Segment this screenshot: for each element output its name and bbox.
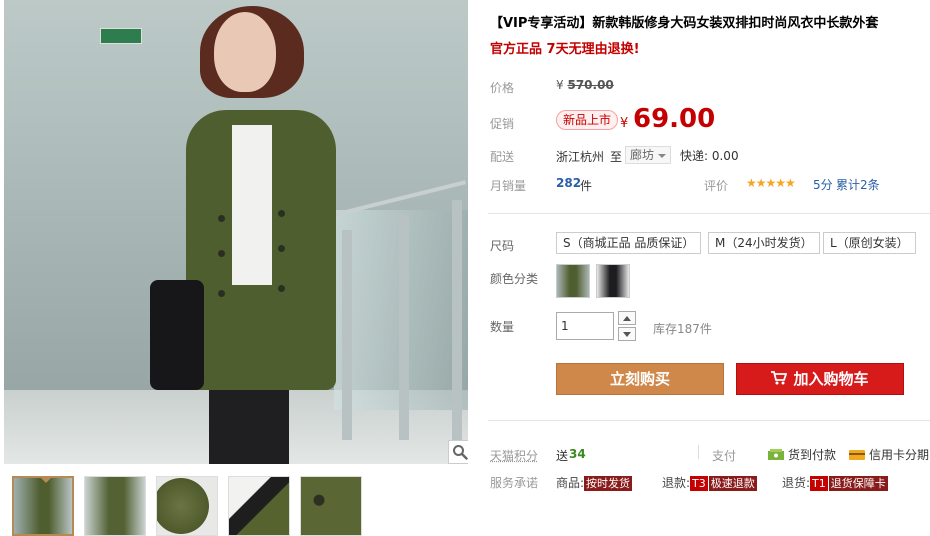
tmall-points-label[interactable]: 天猫积分 [490,447,538,464]
coat-button [278,245,285,252]
model-shirt [232,125,272,285]
zoom-icon[interactable] [448,440,468,464]
thumbnail-2[interactable] [84,476,146,536]
shipping-label: 配送 [490,150,515,164]
model-face [214,12,276,92]
divider [488,420,930,421]
stock-count: 库存187件 [653,322,712,336]
size-option-s[interactable]: S（商城正品 品质保证） [556,232,702,254]
service-return[interactable]: 退货: T1 退货保障卡 [782,474,888,491]
coat-button [218,290,225,297]
add-to-cart-label: 加入购物车 [793,370,869,388]
thumbnail-3[interactable] [156,476,218,536]
points-value: 34 [569,447,586,461]
arrow-up-icon [623,315,631,321]
rating-score[interactable]: 5分 [813,176,833,193]
main-product-image[interactable] [4,0,468,464]
cod-icon [768,448,784,461]
active-thumb-arrow [40,478,52,483]
vertical-divider [698,445,699,459]
service-return-prefix: 退货: [782,476,811,490]
size-option-l[interactable]: L（原创女装） [823,232,916,254]
service-refund-prefix: 退款: [662,476,691,490]
coat-button [278,285,285,292]
quantity-increase-button[interactable] [618,311,636,325]
color-swatch-black[interactable] [596,264,630,298]
price-label: 价格 [490,81,515,95]
arrow-down-icon [623,331,631,337]
payment-cod-label: 货到付款 [788,448,837,462]
original-price: ¥ 570.00 [556,78,614,92]
quantity-label: 数量 [490,320,515,334]
original-price-value: 570.00 [567,78,614,92]
service-label: 服务承诺 [490,476,539,490]
payment-cod[interactable]: 货到付款 [768,446,836,463]
cart-icon [771,365,788,395]
add-to-cart-button[interactable]: 加入购物车 [736,363,904,395]
model-handbag [150,280,204,390]
monthly-sales-count: 282 [556,176,582,190]
chevron-down-icon [658,153,667,158]
original-price-currency: ¥ [556,78,564,92]
service-refund[interactable]: 退款: T3 极速退款 [662,474,757,491]
monthly-sales-label: 月销量 [490,179,527,193]
promo-price: 69.00 [633,104,716,134]
thumbnail-1[interactable] [12,476,74,536]
payment-label: 支付 [712,449,737,463]
product-title: 【VIP专享活动】新款韩版修身大码女装双排扣时尚风衣中长款外套 [490,16,879,31]
shipping-to-word: 至 [610,150,623,164]
size-option-m[interactable]: M（24小时发货） [708,232,820,254]
service-refund-code: T3 [690,476,708,491]
coat-button [218,215,225,222]
service-goods[interactable]: 商品: 按时发货 [556,474,633,491]
product-detail: 【VIP专享活动】新款韩版修身大码女装双排扣时尚风衣中长款外套 官方正品 7天无… [488,0,930,536]
quantity-input[interactable] [556,312,614,340]
promo-label: 促销 [490,117,515,131]
rail-post [342,230,352,440]
quantity-decrease-button[interactable] [618,327,636,341]
service-return-tag: 退货保障卡 [828,476,888,491]
rating-label: 评价 [704,179,729,193]
service-goods-prefix: 商品: [556,476,585,490]
thumbnail-5[interactable] [300,476,362,536]
rating-review-count[interactable]: 累计2条 [836,176,880,193]
rating-stars: ★★★★★ [746,176,796,190]
shipping-destination-value: 廊坊 [630,148,655,162]
points-prefix: 送 [556,449,569,463]
buy-now-button[interactable]: 立刻购买 [556,363,724,395]
service-refund-tag: 极速退款 [708,476,757,491]
shipping-destination-select[interactable]: 廊坊 [625,146,672,164]
exit-sign [100,28,142,44]
payment-credit[interactable]: 信用卡分期 [849,446,929,463]
product-page: 【VIP专享活动】新款韩版修身大码女装双排扣时尚风衣中长款外套 官方正品 7天无… [0,0,930,536]
model-legs [209,385,289,464]
coat-button [278,210,285,217]
color-swatch-green[interactable] [556,264,590,298]
rail-post [399,215,409,440]
product-subtitle: 官方正品 7天无理由退换! [490,42,640,57]
size-label: 尺码 [490,239,515,253]
monthly-sales-unit: 件 [580,179,593,193]
coat-button [218,250,225,257]
credit-card-icon [849,449,865,461]
promo-badge: 新品上市 [556,110,619,130]
rail-post [452,200,462,440]
divider [488,213,930,214]
thumbnail-4[interactable] [228,476,290,536]
shipping-origin: 浙江杭州 [556,150,605,164]
service-return-code: T1 [810,476,828,491]
payment-credit-label: 信用卡分期 [869,448,930,462]
shipping-fee: 快递: 0.00 [680,149,739,163]
thumbnail-strip [4,470,474,536]
color-label: 颜色分类 [490,272,539,286]
service-goods-tag: 按时发货 [584,476,633,491]
promo-currency: ¥ [620,116,629,131]
